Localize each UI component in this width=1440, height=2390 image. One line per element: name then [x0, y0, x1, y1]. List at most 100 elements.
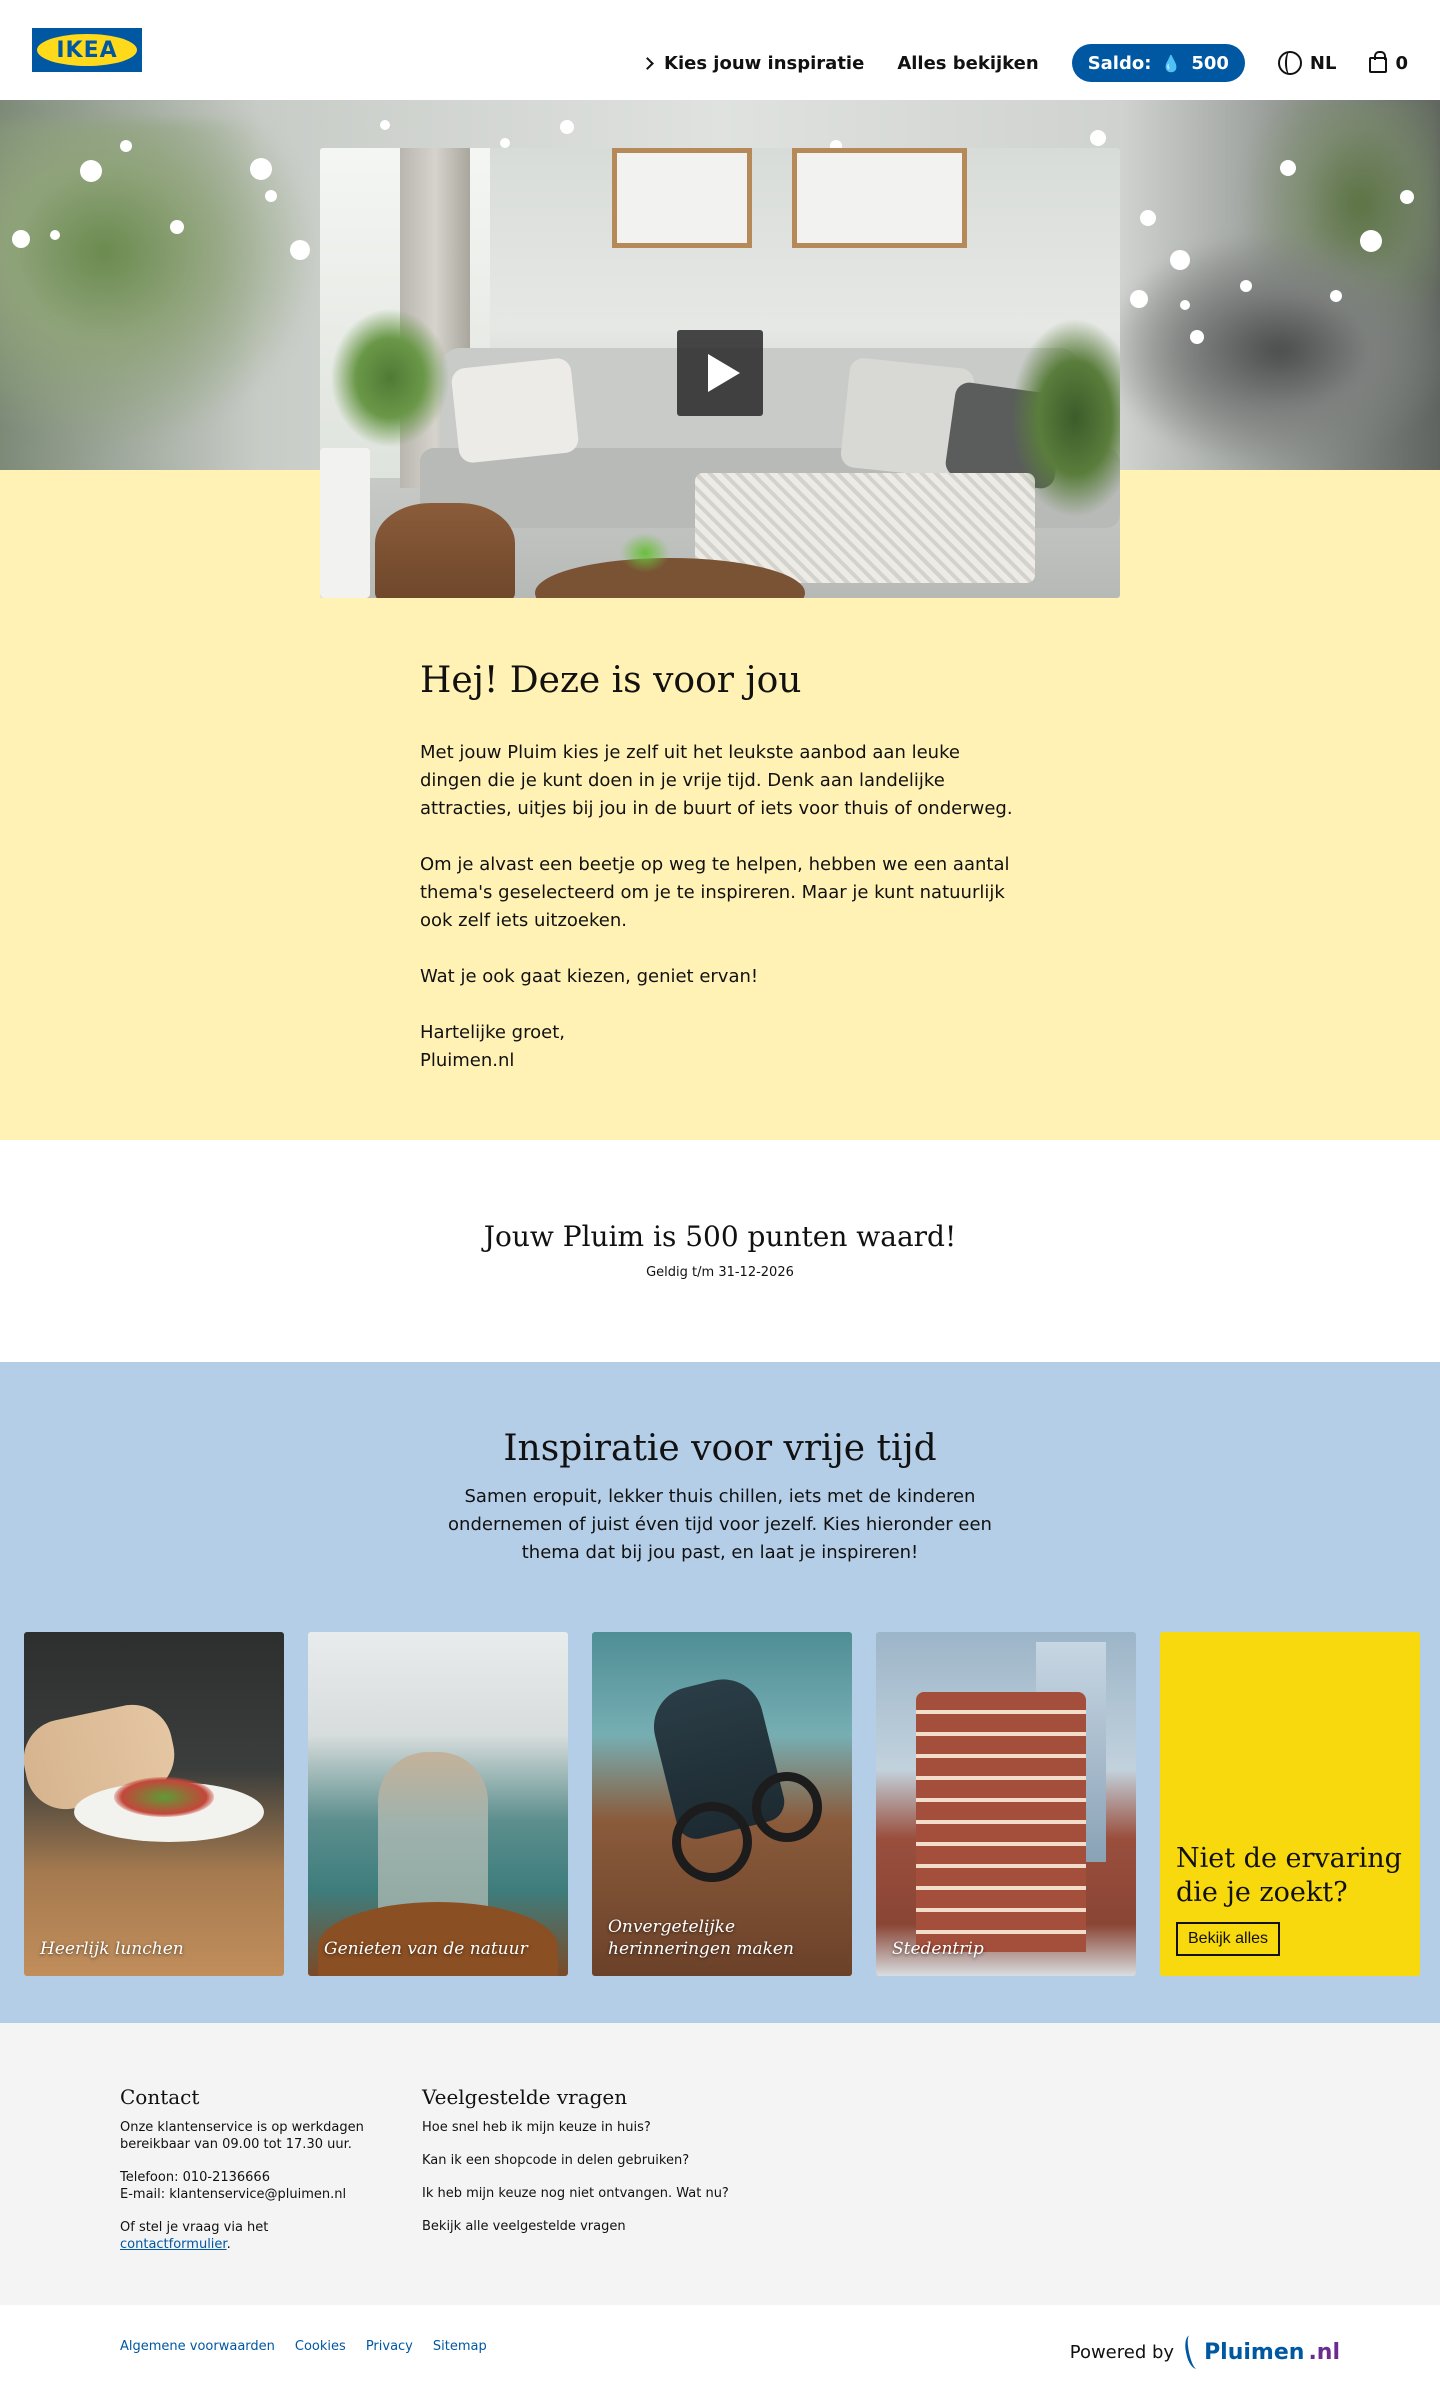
footer: Contact Onze klantenservice is op werkda… — [0, 2023, 1440, 2305]
contact-form-line: Of stel je vraag via het contactformulie… — [120, 2219, 380, 2253]
snowflake — [1330, 290, 1342, 302]
intro-signature: Pluimen.nl — [420, 1050, 515, 1071]
points-section: Jouw Pluim is 500 punten waard! Geldig t… — [0, 1140, 1440, 1362]
video-pillow — [450, 356, 580, 465]
footer-faq: Veelgestelde vragen Hoe snel heb ik mijn… — [422, 2085, 782, 2251]
theme-card-label: Stedentrip — [892, 1939, 984, 1959]
ikea-logo[interactable]: IKEA — [32, 28, 142, 72]
faq-all-link[interactable]: Bekijk alle veelgestelde vragen — [422, 2218, 782, 2235]
view-all-button[interactable]: Bekijk alles — [1176, 1922, 1281, 1956]
pluimen-logo[interactable]: Pluimen .nl — [1182, 2333, 1340, 2371]
hero-sofa-right — [1100, 230, 1440, 470]
contact-form-prefix: Of stel je vraag via het — [120, 2220, 269, 2235]
video-plant-right — [1010, 318, 1120, 518]
intro-paragraph: Met jouw Pluim kies je zelf uit het leuk… — [420, 742, 1013, 819]
play-icon — [707, 354, 740, 392]
cookies-link[interactable]: Cookies — [295, 2339, 346, 2354]
terms-link[interactable]: Algemene voorwaarden — [120, 2339, 275, 2354]
cart-button[interactable]: 0 — [1369, 51, 1408, 74]
intro-greeting: Hartelijke groet, — [420, 1022, 565, 1043]
intro-paragraph: Wat je ook gaat kiezen, geniet ervan! — [420, 966, 759, 987]
hero-plant-left — [0, 120, 320, 450]
play-button[interactable] — [677, 330, 763, 416]
chevron-right-icon — [641, 56, 654, 70]
snowflake — [290, 240, 310, 260]
faq-title: Veelgestelde vragen — [422, 2085, 628, 2109]
faq-item[interactable]: Ik heb mijn keuze nog niet ontvangen. Wa… — [422, 2185, 782, 2202]
legal-links: Algemene voorwaarden Cookies Privacy Sit… — [120, 2339, 487, 2354]
nav-all-label: Alles bekijken — [897, 52, 1039, 74]
snowflake — [560, 120, 574, 134]
card-image-wheel — [752, 1772, 822, 1842]
contact-title: Contact — [120, 2085, 200, 2109]
theme-card-citytrip[interactable]: Stedentrip — [876, 1632, 1136, 1976]
snowflake — [1170, 250, 1190, 270]
video-frame-left — [612, 148, 752, 248]
shopping-bag-icon — [1369, 51, 1388, 73]
snowflake — [1240, 280, 1252, 292]
snowflake — [1090, 130, 1106, 146]
saldo-value: 500 — [1191, 52, 1229, 74]
snowflake — [265, 190, 277, 202]
snowflake — [1140, 210, 1156, 226]
theme-card-memories[interactable]: Onvergetelijke herinneringen maken — [592, 1632, 852, 1976]
hero-video[interactable] — [320, 148, 1120, 598]
intro-text: Hej! Deze is voor jou Met jouw Pluim kie… — [420, 660, 1020, 1075]
video-pot — [375, 503, 515, 598]
theme-card-nature[interactable]: Genieten van de natuur — [308, 1632, 568, 1976]
theme-cards: Heerlijk lunchen Genieten van de natuur … — [24, 1632, 1420, 1976]
main-nav: Kies jouw inspiratie Alles bekijken Sald… — [610, 44, 1408, 82]
nav-inspiration-link[interactable]: Kies jouw inspiratie — [641, 53, 864, 74]
cta-card: Niet de ervaring die je zoekt? Bekijk al… — [1160, 1632, 1420, 1976]
video-plant-left — [330, 308, 450, 448]
contact-hours: Onze klantenservice is op werkdagen bere… — [120, 2120, 364, 2152]
saldo-label: Saldo: — [1087, 52, 1152, 74]
snowflake — [1360, 230, 1382, 252]
inspiration-lead: Samen eropuit, lekker thuis chillen, iet… — [448, 1486, 992, 1563]
cart-count: 0 — [1395, 52, 1408, 74]
inspiration-section: Inspiratie voor vrije tijd Samen eropuit… — [0, 1362, 1440, 2023]
points-validity: Geldig t/m 31-12-2026 — [646, 1265, 794, 1280]
faq-item[interactable]: Hoe snel heb ik mijn keuze in huis? — [422, 2119, 782, 2136]
faq-item[interactable]: Kan ik een shopcode in delen gebruiken? — [422, 2152, 782, 2169]
contact-form-suffix: . — [226, 2237, 231, 2252]
snowflake — [1190, 330, 1204, 344]
video-small-plant — [620, 533, 670, 573]
video-side-table — [320, 448, 370, 598]
snowflake — [500, 138, 510, 148]
contact-email: E-mail: klantenservice@pluimen.nl — [120, 2187, 347, 2202]
video-frame-right — [792, 148, 967, 248]
privacy-link[interactable]: Privacy — [366, 2339, 413, 2354]
contact-form-link[interactable]: contactformulier — [120, 2237, 227, 2252]
feather-icon — [1182, 2333, 1204, 2371]
language-switch[interactable]: NL — [1277, 51, 1337, 75]
pluimen-logo-tld: .nl — [1308, 2339, 1340, 2365]
contact-phone: Telefoon: 010-2136666 — [120, 2170, 270, 2185]
theme-card-label: Onvergetelijke herinneringen maken — [608, 1917, 794, 1959]
theme-card-lunch[interactable]: Heerlijk lunchen — [24, 1632, 284, 1976]
snowflake — [250, 158, 272, 180]
pluimen-logo-main: Pluimen — [1204, 2339, 1305, 2365]
snowflake — [120, 140, 132, 152]
intro-title: Hej! Deze is voor jou — [420, 660, 802, 701]
snowflake — [1130, 290, 1148, 308]
inspiration-title: Inspiratie voor vrije tijd — [503, 1428, 937, 1469]
snowflake — [80, 160, 102, 182]
theme-card-label: Heerlijk lunchen — [40, 1939, 184, 1959]
powered-by-label: Powered by — [1069, 2341, 1175, 2363]
snowflake — [50, 230, 60, 240]
flame-icon: 💧 — [1161, 53, 1182, 73]
nav-all-link[interactable]: Alles bekijken — [897, 53, 1038, 74]
globe-icon — [1277, 51, 1302, 75]
site-header: IKEA Kies jouw inspiratie Alles bekijken… — [0, 0, 1440, 100]
sitemap-link[interactable]: Sitemap — [433, 2339, 487, 2354]
card-image-wheel — [672, 1802, 752, 1882]
footer-contact: Contact Onze klantenservice is op werkda… — [120, 2085, 380, 2253]
intro-paragraph: Om je alvast een beetje op weg te helpen… — [420, 854, 1010, 931]
saldo-badge[interactable]: Saldo: 💧 500 — [1071, 44, 1245, 82]
snowflake — [1280, 160, 1296, 176]
hero-section: Hej! Deze is voor jou Met jouw Pluim kie… — [0, 100, 1440, 1140]
language-label: NL — [1309, 52, 1337, 74]
powered-by: Powered by Pluimen .nl — [1069, 2333, 1340, 2371]
card-image-building — [916, 1692, 1086, 1952]
